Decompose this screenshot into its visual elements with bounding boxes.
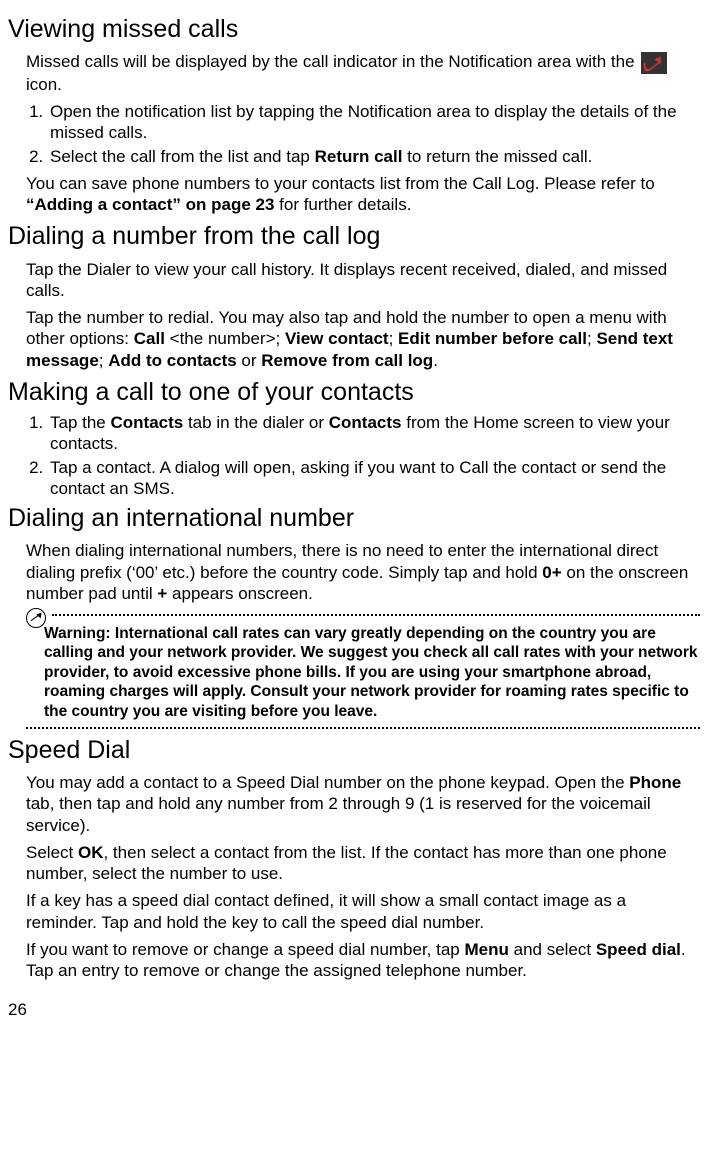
key-zero-plus: 0+ [542, 563, 561, 582]
text: appears onscreen. [167, 584, 313, 603]
text: You may add a contact to a Speed Dial nu… [26, 773, 629, 792]
text: Missed calls will be displayed by the ca… [26, 52, 639, 71]
text: for further details. [274, 195, 411, 214]
text: If you want to remove or change a speed … [26, 940, 465, 959]
missed-call-icon [641, 52, 667, 74]
list-item: Tap a contact. A dialog will open, askin… [48, 457, 700, 500]
list-item: Select the call from the list and tap Re… [48, 146, 700, 167]
call-log-p1: Tap the Dialer to view your call history… [26, 259, 700, 302]
menu-view-contact: View contact [285, 329, 389, 348]
heading-call-log: Dialing a number from the call log [8, 221, 700, 252]
list-item: Tap the Contacts tab in the dialer or Co… [48, 412, 700, 455]
warning-text: Warning: International call rates can va… [44, 624, 700, 721]
text: tab, then tap and hold any number from 2… [26, 794, 651, 834]
list-item: Open the notification list by tapping th… [48, 101, 700, 144]
plus-symbol: + [157, 584, 167, 603]
speed-dial-menu-label: Speed dial [596, 940, 681, 959]
heading-contacts-call: Making a call to one of your contacts [8, 377, 700, 408]
divider [26, 727, 700, 729]
intl-p1: When dialing international numbers, ther… [26, 540, 700, 604]
speed-dial-p3: If a key has a speed dial contact define… [26, 890, 700, 933]
text: and select [509, 940, 596, 959]
speed-dial-p1: You may add a contact to a Speed Dial nu… [26, 772, 700, 836]
text: You can save phone numbers to your conta… [26, 174, 655, 193]
menu-button-label: Menu [465, 940, 509, 959]
text: Tap the [50, 413, 111, 432]
page-number: 26 [8, 999, 700, 1020]
contacts-tab-label: Contacts [111, 413, 184, 432]
text: . [433, 351, 438, 370]
menu-call: Call [134, 329, 165, 348]
text: , then select a contact from the list. I… [26, 843, 667, 883]
text: ; [389, 329, 398, 348]
menu-add-contacts: Add to contacts [108, 351, 236, 370]
return-call-label: Return call [315, 147, 403, 166]
menu-edit-number: Edit number before call [398, 329, 587, 348]
speed-dial-p4: If you want to remove or change a speed … [26, 939, 700, 982]
cross-ref-link: “Adding a contact” on page 23 [26, 195, 274, 214]
menu-remove-log: Remove from call log [261, 351, 433, 370]
heading-missed-calls: Viewing missed calls [8, 14, 700, 45]
text: or [237, 351, 262, 370]
text: tab in the dialer or [183, 413, 329, 432]
divider [52, 614, 700, 620]
speed-dial-p2: Select OK, then select a contact from th… [26, 842, 700, 885]
phone-tab-label: Phone [629, 773, 681, 792]
text: Select [26, 843, 78, 862]
text: icon. [26, 75, 62, 94]
text: Select the call from the list and tap [50, 147, 315, 166]
missed-calls-intro: Missed calls will be displayed by the ca… [26, 51, 700, 95]
text: ; [99, 351, 108, 370]
ok-button-label: OK [78, 843, 104, 862]
text: <the number>; [165, 329, 285, 348]
contacts-call-steps: Tap the Contacts tab in the dialer or Co… [26, 412, 700, 499]
call-log-p2: Tap the number to redial. You may also t… [26, 307, 700, 371]
missed-calls-footer: You can save phone numbers to your conta… [26, 173, 700, 216]
heading-international: Dialing an international number [8, 503, 700, 534]
heading-speed-dial: Speed Dial [8, 735, 700, 766]
warning-box: Warning: International call rates can va… [26, 614, 700, 729]
warning-icon [26, 608, 46, 628]
missed-calls-steps: Open the notification list by tapping th… [26, 101, 700, 167]
text: to return the missed call. [402, 147, 592, 166]
contacts-app-label: Contacts [329, 413, 402, 432]
